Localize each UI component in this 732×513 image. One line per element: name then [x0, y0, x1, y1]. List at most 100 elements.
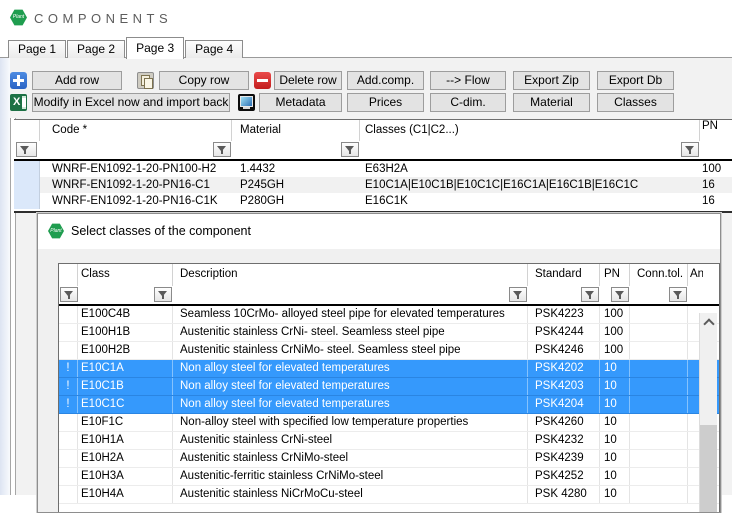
column-header-classes[interactable]: Classes (C1|C2...)	[360, 120, 700, 141]
class-row-selected[interactable]: ! E10C1C Non alloy steel for elevated te…	[59, 396, 719, 414]
tab-page-2[interactable]: Page 2	[67, 40, 125, 58]
export-zip-button[interactable]: Export Zip	[513, 71, 590, 90]
class-row[interactable]: E10F1C Non-alloy steel with specified lo…	[59, 414, 719, 432]
tab-page-4[interactable]: Page 4	[185, 40, 243, 58]
cell-marker	[59, 324, 78, 341]
components-table: Code * Material Classes (C1|C2...) PN WN…	[14, 119, 732, 213]
material-button[interactable]: Material	[513, 93, 590, 112]
class-row[interactable]: E10H1A Austenitic stainless CrNi-steel P…	[59, 432, 719, 450]
column-header-material[interactable]: Material	[232, 120, 360, 141]
column-header-standard[interactable]: Standard	[528, 264, 600, 286]
add-row-button[interactable]: Add row	[32, 71, 122, 90]
column-header-pn[interactable]: PN	[700, 120, 732, 141]
cell-marker	[59, 414, 78, 431]
cell-pn: 100	[700, 161, 732, 177]
column-header-pn[interactable]: PN	[600, 264, 630, 286]
scrollbar-thumb[interactable]	[700, 425, 717, 513]
class-row[interactable]: E10H2A Austenitic stainless CrNiMo-steel…	[59, 450, 719, 468]
cell-marker: !	[59, 360, 78, 377]
filter-funnel-icon[interactable]	[509, 287, 527, 302]
filter-funnel-icon[interactable]	[154, 287, 172, 302]
c-dim-button[interactable]: C-dim.	[430, 93, 506, 112]
scroll-up-button[interactable]	[700, 313, 717, 330]
column-header-code[interactable]: Code *	[40, 120, 232, 141]
classes-button[interactable]: Classes	[597, 93, 674, 112]
cell-pn: 100	[600, 324, 630, 341]
cell-description: Austenitic stainless CrNi-steel	[173, 432, 528, 449]
dialog-titlebar: Plant Select classes of the component	[38, 214, 720, 249]
components-table-header: Code * Material Classes (C1|C2...) PN	[14, 120, 732, 141]
copy-row-button[interactable]: Copy row	[159, 71, 249, 90]
column-header-description[interactable]: Description	[173, 264, 528, 286]
table-row[interactable]: WNRF-EN1092-1-20-PN16-C1 P245GH E10C1A|E…	[14, 177, 732, 193]
classes-filter-row	[59, 286, 719, 306]
delete-row-button[interactable]: Delete row	[274, 71, 342, 90]
modify-excel-button[interactable]: Modify in Excel now and import back	[32, 93, 230, 112]
filter-funnel-icon[interactable]	[581, 287, 599, 302]
column-header-an[interactable]: An	[688, 264, 703, 286]
class-row[interactable]: E100H1B Austenitic stainless CrNi- steel…	[59, 324, 719, 342]
cell-classes: E10C1A|E10C1B|E10C1C|E16C1A|E16C1B|E16C1…	[360, 177, 700, 193]
row-selector[interactable]	[14, 177, 40, 193]
cell-standard: PSK4204	[528, 396, 600, 413]
cell-marker	[59, 306, 78, 323]
cell-class: E10H3A	[78, 468, 173, 485]
cell-classes: E16C1K	[360, 193, 700, 209]
column-header-class[interactable]: Class	[78, 264, 173, 286]
filter-funnel-icon[interactable]	[611, 287, 629, 302]
cell-standard: PSK4239	[528, 450, 600, 467]
cell-description: Non alloy steel for elevated temperature…	[173, 396, 528, 413]
cell-standard: PSK4203	[528, 378, 600, 395]
cell-description: Austenitic stainless CrNiMo-steel	[173, 450, 528, 467]
filter-funnel-icon[interactable]	[681, 142, 699, 157]
cell-class: E100H2B	[78, 342, 173, 359]
class-row-selected[interactable]: ! E10C1A Non alloy steel for elevated te…	[59, 360, 719, 378]
cell-class: E10H2A	[78, 450, 173, 467]
export-db-button[interactable]: Export Db	[597, 71, 674, 90]
cell-conn-tol	[630, 414, 688, 431]
cell-conn-tol	[630, 378, 688, 395]
class-row-selected[interactable]: ! E10C1B Non alloy steel for elevated te…	[59, 378, 719, 396]
filter-funnel-icon[interactable]	[669, 287, 687, 302]
delete-icon	[254, 72, 271, 89]
tab-page-3[interactable]: Page 3	[126, 37, 184, 59]
table-row[interactable]: WNRF-EN1092-1-20-PN100-H2 1.4432 E63H2A …	[14, 161, 732, 177]
prices-button[interactable]: Prices	[347, 93, 424, 112]
cell-pn: 10	[600, 360, 630, 377]
column-header-conn-tol[interactable]: Conn.tol.	[630, 264, 688, 286]
cell-pn: 10	[600, 450, 630, 467]
flow-button[interactable]: --> Flow	[430, 71, 506, 90]
class-row[interactable]: E10H4A Austenitic stainless NiCrMoCu-ste…	[59, 486, 719, 504]
metadata-monitor-icon	[238, 94, 255, 111]
filter-funnel-icon[interactable]	[16, 142, 37, 157]
cell-conn-tol	[630, 468, 688, 485]
add-comp-button[interactable]: Add.comp.	[347, 71, 424, 90]
cell-standard: PSK4246	[528, 342, 600, 359]
tab-page-1[interactable]: Page 1	[8, 40, 66, 58]
cell-description: Non alloy steel for elevated temperature…	[173, 378, 528, 395]
row-selector[interactable]	[14, 193, 40, 209]
filter-funnel-icon[interactable]	[341, 142, 359, 157]
table-row[interactable]: WNRF-EN1092-1-20-PN16-C1K P280GH E16C1K …	[14, 193, 732, 209]
cell-pn: 100	[600, 342, 630, 359]
metadata-button[interactable]: Metadata	[259, 93, 342, 112]
cell-marker	[59, 432, 78, 449]
dialog-title: Select classes of the component	[71, 224, 251, 238]
class-row[interactable]: E100C4B Seamless 10CrMo- alloyed steel p…	[59, 306, 719, 324]
cell-class: E100H1B	[78, 324, 173, 341]
filter-funnel-icon[interactable]	[60, 287, 78, 302]
filter-funnel-icon[interactable]	[213, 142, 231, 157]
left-panel-strip	[0, 58, 10, 495]
cell-marker: !	[59, 396, 78, 413]
cell-marker	[59, 468, 78, 485]
cell-standard: PSK4223	[528, 306, 600, 323]
page-title: COMPONENTS	[34, 11, 172, 26]
vertical-scrollbar[interactable]	[699, 313, 717, 513]
class-row[interactable]: E10H3A Austenitic-ferritic stainless CrN…	[59, 468, 719, 486]
components-filter-row	[14, 141, 732, 161]
cell-standard: PSK4252	[528, 468, 600, 485]
cell-description: Non alloy steel for elevated temperature…	[173, 360, 528, 377]
row-selector[interactable]	[14, 161, 40, 177]
class-row[interactable]: E100H2B Austenitic stainless CrNiMo- ste…	[59, 342, 719, 360]
cell-pn: 10	[600, 432, 630, 449]
